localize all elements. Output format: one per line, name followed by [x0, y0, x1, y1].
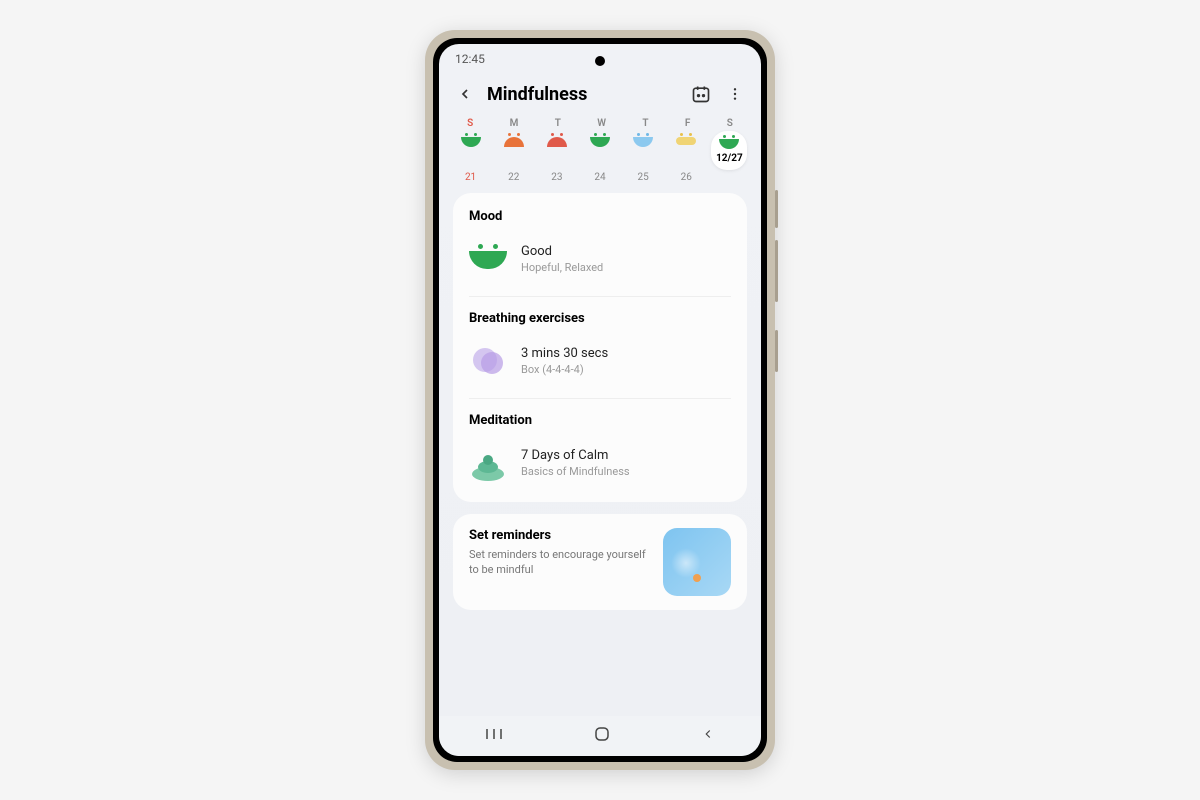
meditation-section-title: Meditation [469, 413, 731, 428]
mood-face-icon [469, 240, 507, 278]
day-mood[interactable] [496, 133, 532, 170]
more-button[interactable] [723, 82, 747, 106]
weekday-label: T [555, 118, 561, 129]
breathing-sub: Box (4-4-4-4) [521, 363, 608, 376]
breathing-row[interactable]: 3 mins 30 secs Box (4-4-4-4) [469, 338, 731, 384]
weekday-label: F [685, 118, 691, 129]
date-label: 12/27 [713, 153, 745, 164]
breathing-icon [469, 342, 507, 380]
date-label [711, 172, 747, 183]
page-title: Mindfulness [487, 84, 679, 105]
home-button[interactable] [594, 726, 610, 746]
reminders-sub: Set reminders to encourage yourself to b… [469, 547, 651, 578]
meditation-sub: Basics of Mindfulness [521, 465, 630, 478]
status-time: 12:45 [455, 52, 485, 66]
date-label: 24 [582, 172, 618, 183]
dates-row: 21 22 23 24 25 26 [439, 172, 761, 193]
weekday-label: T [642, 118, 648, 129]
mood-tags: Hopeful, Relaxed [521, 261, 603, 274]
mood-faces-row: 12/27 [439, 129, 761, 172]
day-mood[interactable] [625, 133, 661, 170]
reminders-card[interactable]: Set reminders Set reminders to encourage… [453, 514, 747, 610]
calendar-button[interactable] [689, 82, 713, 106]
app-header: Mindfulness [439, 74, 761, 114]
date-label: 26 [668, 172, 704, 183]
weekday-row: S M T W T F S [439, 114, 761, 129]
volume-up-button[interactable] [775, 190, 778, 228]
weekday-label: M [510, 118, 519, 129]
phone-frame: 12:45 Mindfulness S M T W T [425, 30, 775, 770]
system-nav-bar [439, 716, 761, 756]
day-mood[interactable] [453, 133, 489, 170]
weekday-label: S [727, 118, 733, 129]
day-mood[interactable] [668, 133, 704, 170]
mood-value: Good [521, 244, 603, 259]
volume-down-button[interactable] [775, 240, 778, 302]
day-mood[interactable] [582, 133, 618, 170]
date-label: 21 [453, 172, 489, 183]
weekday-label: W [597, 118, 606, 129]
mood-row[interactable]: Good Hopeful, Relaxed [469, 236, 731, 282]
day-mood-today[interactable]: 12/27 [711, 131, 747, 170]
date-label: 25 [625, 172, 661, 183]
reminders-title: Set reminders [469, 528, 651, 543]
power-button[interactable] [775, 330, 778, 372]
back-button[interactable] [453, 82, 477, 106]
day-mood[interactable] [539, 133, 575, 170]
recents-button[interactable] [485, 727, 503, 745]
date-label: 23 [539, 172, 575, 183]
weekday-label: S [467, 118, 473, 129]
camera-hole [595, 56, 605, 66]
back-nav-button[interactable] [701, 727, 715, 745]
breathing-section-title: Breathing exercises [469, 311, 731, 326]
divider [469, 398, 731, 399]
dandelion-icon [663, 528, 731, 596]
meditation-icon [469, 444, 507, 482]
breathing-value: 3 mins 30 secs [521, 346, 608, 361]
date-label: 22 [496, 172, 532, 183]
main-card: Mood Good Hopeful, Relaxed Breathing exe… [453, 193, 747, 502]
meditation-value: 7 Days of Calm [521, 448, 630, 463]
divider [469, 296, 731, 297]
meditation-row[interactable]: 7 Days of Calm Basics of Mindfulness [469, 440, 731, 486]
mood-section-title: Mood [469, 209, 731, 224]
